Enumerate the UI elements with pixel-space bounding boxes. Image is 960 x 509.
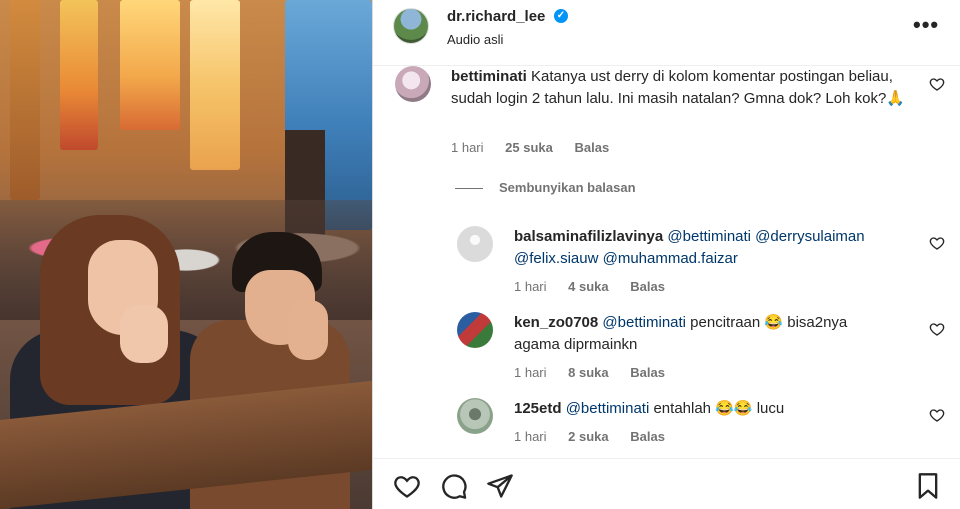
- author-username[interactable]: dr.richard_lee: [447, 8, 545, 25]
- send-icon[interactable]: [486, 472, 514, 500]
- reply-likes[interactable]: 8 suka: [568, 365, 608, 380]
- reply-time[interactable]: 1 hari: [514, 429, 547, 444]
- comment-username[interactable]: bettiminati: [451, 68, 527, 85]
- stained-glass-window: [10, 0, 40, 200]
- author-avatar[interactable]: [393, 8, 429, 44]
- praying-hands: [288, 300, 328, 360]
- comments-panel: dr.richard_lee ✓ Audio asli ••• bettimin…: [373, 0, 960, 509]
- default-avatar-icon[interactable]: [457, 226, 493, 262]
- post-header: dr.richard_lee ✓ Audio asli •••: [373, 0, 960, 66]
- reply-button[interactable]: Balas: [630, 365, 665, 380]
- divider-dash: [455, 188, 483, 190]
- mention-link[interactable]: @bettiminati: [566, 400, 650, 417]
- comment-likes[interactable]: 25 suka: [505, 140, 553, 155]
- hide-replies-label: Sembunyikan balasan: [499, 180, 636, 195]
- reply-time[interactable]: 1 hari: [514, 365, 547, 380]
- mention-link[interactable]: @bettiminati: [602, 314, 686, 331]
- reply-button[interactable]: Balas: [574, 140, 609, 155]
- mention-link[interactable]: @felix.siauw: [514, 250, 598, 267]
- reply-text: pencitraan 😂 bisa2nya: [690, 314, 848, 331]
- commenter-avatar[interactable]: [457, 398, 493, 434]
- reply-likes[interactable]: 2 suka: [568, 429, 608, 444]
- heart-icon[interactable]: [929, 407, 945, 423]
- audio-label[interactable]: Audio asli: [447, 32, 503, 47]
- verified-badge-icon: ✓: [554, 9, 568, 23]
- commenter-avatar[interactable]: [457, 312, 493, 348]
- bookmark-icon[interactable]: [914, 472, 942, 500]
- hide-replies-button[interactable]: Sembunyikan balasan: [455, 180, 636, 195]
- mention-link[interactable]: @derrysulaiman: [755, 228, 864, 245]
- post-media-image[interactable]: [0, 0, 372, 509]
- reply-username[interactable]: balsaminafilizlavinya: [514, 228, 663, 245]
- reply-username[interactable]: ken_zo0708: [514, 314, 598, 331]
- heart-icon[interactable]: [929, 321, 945, 337]
- heart-icon[interactable]: [393, 472, 421, 500]
- stained-glass-window: [60, 0, 98, 150]
- comment-icon[interactable]: [440, 472, 468, 500]
- commenter-avatar[interactable]: [395, 66, 431, 102]
- comment-time[interactable]: 1 hari: [451, 140, 484, 155]
- reply-button[interactable]: Balas: [630, 429, 665, 444]
- reply-text: entahlah 😂😂 lucu: [653, 400, 785, 417]
- stained-glass-window: [120, 0, 180, 130]
- reply-text: agama diprmainkn: [514, 336, 638, 353]
- reply-username[interactable]: 125etd: [514, 400, 562, 417]
- heart-icon[interactable]: [929, 235, 945, 251]
- mention-link[interactable]: @bettiminati: [667, 228, 751, 245]
- reply-button[interactable]: Balas: [630, 279, 665, 294]
- praying-hands: [120, 305, 168, 363]
- reply-time[interactable]: 1 hari: [514, 279, 547, 294]
- mention-link[interactable]: @muhammad.faizar: [603, 250, 738, 267]
- more-options-icon[interactable]: •••: [913, 12, 939, 38]
- action-bar: [373, 458, 960, 509]
- reply-likes[interactable]: 4 suka: [568, 279, 608, 294]
- stained-glass-window: [190, 0, 240, 170]
- heart-icon[interactable]: [929, 76, 945, 92]
